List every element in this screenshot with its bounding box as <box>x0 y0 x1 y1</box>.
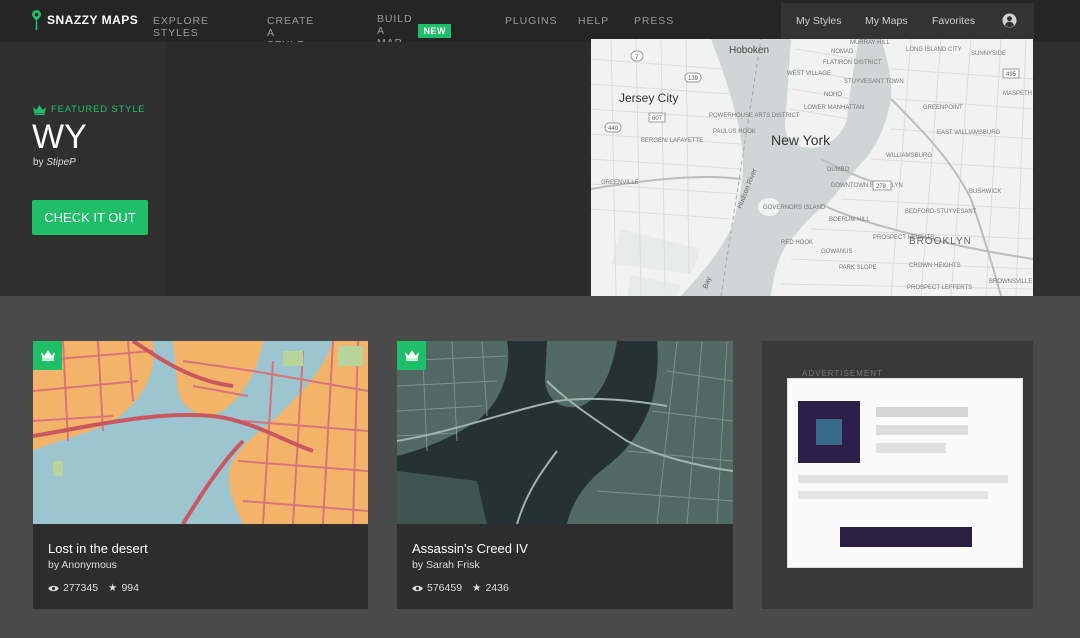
star-icon: ★ <box>108 582 118 594</box>
new-badge: NEW <box>418 24 451 38</box>
desert-map-image <box>33 341 368 524</box>
nav-plugins[interactable]: PLUGINS <box>505 15 557 27</box>
map-label-maspeth: MASPETH <box>1003 91 1032 97</box>
map-label-williamsburg: WILLIAMSBURG <box>886 153 932 159</box>
style-card-author[interactable]: by Sarah Frisk <box>412 559 480 571</box>
brand-logo[interactable]: SNAZZY MAPS <box>32 10 138 30</box>
eye-icon <box>412 585 423 591</box>
style-card-map-preview[interactable] <box>33 341 368 524</box>
hero-background-panel <box>166 42 591 296</box>
favorites-count: 2436 <box>485 582 509 594</box>
map-label-boerum-hill: BOERUM HILL <box>829 217 870 223</box>
author-name[interactable]: StipeP <box>46 157 75 168</box>
my-maps-link[interactable]: My Maps <box>865 15 908 27</box>
nav-help[interactable]: HELP <box>578 15 609 27</box>
ad-text-block <box>876 443 946 453</box>
ad-cta-button[interactable] <box>840 527 972 547</box>
style-card-author[interactable]: by Anonymous <box>48 559 117 571</box>
style-card-lost-in-the-desert[interactable]: Lost in the desert by Anonymous 277345 ★… <box>33 341 368 609</box>
map-label-long-island-city: LONG ISLAND CITY <box>906 47 962 53</box>
map-label-bergen: BERGEN/ LAFAYETTE <box>641 138 703 144</box>
map-label-powerhouse: POWERHOUSE ARTS DISTRICT <box>709 113 800 119</box>
style-card-stats: 277345 ★ 994 <box>48 582 139 594</box>
route-607: 607 <box>652 116 663 122</box>
map-label-bedford-stuyvesant: BEDFORD-STUYVESANT <box>905 209 977 215</box>
views-count: 277345 <box>63 582 99 594</box>
map-label-greenpoint: GREENPOINT <box>923 105 963 111</box>
map-label-flatiron: FLATIRON DISTRICT <box>823 60 882 66</box>
map-label-sunnyside: SUNNYSIDE <box>971 51 1006 57</box>
check-it-out-button[interactable]: CHECK IT OUT <box>32 200 148 235</box>
advertisement-label: ADVERTISEMENT <box>802 369 883 378</box>
featured-hero: FEATURED STYLE WY by StipeP CHECK IT OUT <box>0 39 1080 296</box>
ad-thumbnail <box>798 401 860 463</box>
map-label-nomad: NOMAD <box>831 49 854 55</box>
style-card-title[interactable]: Lost in the desert <box>48 541 148 556</box>
map-label-dumbo: DUMBO <box>827 167 850 173</box>
map-label-prospect-heights: PROSPECT HEIGHTS <box>873 235 934 241</box>
my-styles-link[interactable]: My Styles <box>796 15 842 27</box>
user-circle-icon[interactable] <box>1002 13 1017 28</box>
crown-icon <box>33 104 46 115</box>
ad-text-block <box>876 425 968 435</box>
advertisement-content[interactable] <box>787 378 1023 568</box>
map-pin-icon <box>32 10 41 30</box>
ad-text-block <box>876 407 968 417</box>
style-card-assassins-creed-iv[interactable]: Assassin's Creed IV by Sarah Frisk 57645… <box>397 341 733 609</box>
crown-icon <box>404 350 419 361</box>
map-label-downtown-brooklyn: DOWNTOWN BROOKLYN <box>831 183 903 189</box>
star-icon: ★ <box>472 582 482 594</box>
map-label-bushwick: BUSHWICK <box>969 189 1001 195</box>
map-label-paulus-hook: PAULUS HOOK <box>713 129 756 135</box>
advertisement-panel: ADVERTISEMENT <box>762 341 1033 609</box>
featured-map-preview[interactable]: Hoboken Jersey City New York BROOKLYN Hu… <box>591 39 1033 296</box>
map-label-west-village: WEST VILLAGE <box>787 71 831 77</box>
style-card-map-preview[interactable] <box>397 341 733 524</box>
map-label-crown-heights: CROWN HEIGHTS <box>909 263 961 269</box>
featured-style-label: FEATURED STYLE <box>33 104 145 115</box>
map-label-gowanus: GOWANUS <box>821 249 852 255</box>
map-label-prospect-lefferts: PROSPECT LEFFERTS <box>907 285 972 291</box>
map-label-east-williamsburg: EAST WILLIAMSBURG <box>937 130 1001 136</box>
map-label-red-hook: RED HOOK <box>781 240 813 246</box>
user-menu: My Styles My Maps Favorites <box>781 3 1034 39</box>
views-count: 576459 <box>427 582 463 594</box>
nav-explore-styles[interactable]: EXPLORE STYLES <box>153 15 209 39</box>
top-navbar: SNAZZY MAPS EXPLORE STYLES CREATE A STYL… <box>0 0 1080 51</box>
route-440-top: 440 <box>608 126 619 132</box>
map-label-lower-manhattan: LOWER MANHATTAN <box>804 105 864 111</box>
map-label-noho: NOHO <box>824 92 842 98</box>
by-prefix: by <box>33 157 44 168</box>
route-495: 495 <box>1006 72 1017 78</box>
route-139: 139 <box>688 76 699 82</box>
style-card-title[interactable]: Assassin's Creed IV <box>412 541 528 556</box>
map-label-hoboken: Hoboken <box>729 45 769 56</box>
route-278: 278 <box>876 184 887 190</box>
crown-icon <box>40 350 55 361</box>
ad-text-block <box>798 491 988 499</box>
favorites-count: 994 <box>121 582 139 594</box>
nav-press[interactable]: PRESS <box>634 15 674 27</box>
map-label-jersey-city: Jersey City <box>619 91 678 105</box>
featured-crown-badge <box>397 341 426 370</box>
brand-name: SNAZZY MAPS <box>47 13 139 27</box>
map-label-greenville: GREENVILLE <box>601 180 639 186</box>
map-label-murray-hill: MURRAY HILL <box>850 40 890 46</box>
favorites-link[interactable]: Favorites <box>932 15 975 27</box>
eye-icon <box>48 585 59 591</box>
style-card-stats: 576459 ★ 2436 <box>412 582 509 594</box>
map-label-new-york: New York <box>771 132 831 148</box>
map-label-stuyvesant-town: STUYVESANT TOWN <box>844 79 904 85</box>
featured-style-title[interactable]: WY <box>32 118 87 157</box>
map-label-brownsville: BROWNSVILLE <box>989 279 1032 285</box>
ad-text-block <box>798 475 1008 483</box>
map-label-park-slope: PARK SLOPE <box>839 265 877 271</box>
featured-crown-badge <box>33 341 62 370</box>
assassins-creed-map-image <box>397 341 733 524</box>
map-image: Hoboken Jersey City New York BROOKLYN Hu… <box>591 39 1033 296</box>
map-label-governors-island: GOVERNORS ISLAND <box>763 205 826 211</box>
featured-style-author: by StipeP <box>33 157 76 168</box>
featured-label-text: FEATURED STYLE <box>51 104 146 115</box>
